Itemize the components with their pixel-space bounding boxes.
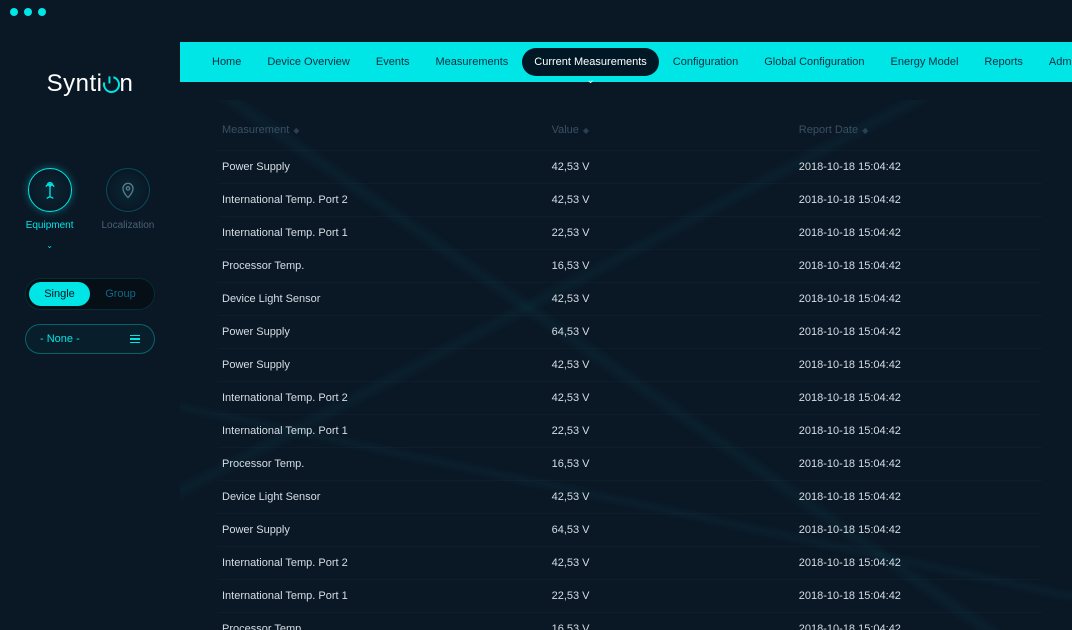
table-cell: Power Supply xyxy=(218,151,548,184)
table-row[interactable]: International Temp. Port 122,53 V2018-10… xyxy=(218,415,1042,448)
sidebar-tab-label: Equipment xyxy=(26,220,74,231)
table-cell: 2018-10-18 15:04:42 xyxy=(795,250,1042,283)
table-row[interactable]: Processor Temp.16,53 V2018-10-18 15:04:4… xyxy=(218,250,1042,283)
table-cell: Processor Temp. xyxy=(218,613,548,630)
table-cell: 16,53 V xyxy=(548,448,795,481)
col-header-date[interactable]: Report Date◆ xyxy=(795,118,1042,151)
table-cell: 22,53 V xyxy=(548,580,795,613)
table-cell: 2018-10-18 15:04:42 xyxy=(795,316,1042,349)
table-cell: Power Supply xyxy=(218,514,548,547)
table-cell: 2018-10-18 15:04:42 xyxy=(795,349,1042,382)
table-row[interactable]: International Temp. Port 242,53 V2018-10… xyxy=(218,547,1042,580)
table-row[interactable]: International Temp. Port 242,53 V2018-10… xyxy=(218,184,1042,217)
device-selector-value: - None - xyxy=(40,333,80,345)
table-cell: Device Light Sensor xyxy=(218,481,548,514)
chevron-down-icon: ⌄ xyxy=(46,241,53,250)
toggle-option-group[interactable]: Group xyxy=(90,282,151,306)
table-row[interactable]: Power Supply42,53 V2018-10-18 15:04:42 xyxy=(218,349,1042,382)
toggle-option-single[interactable]: Single xyxy=(29,282,90,306)
nav-item-configuration[interactable]: Configuration xyxy=(661,48,750,76)
table-cell: 22,53 V xyxy=(548,217,795,250)
table-cell: 2018-10-18 15:04:42 xyxy=(795,613,1042,630)
table-cell: International Temp. Port 2 xyxy=(218,547,548,580)
table-cell: International Temp. Port 2 xyxy=(218,184,548,217)
brand-logo: Syntin xyxy=(47,70,134,98)
table-cell: 42,53 V xyxy=(548,283,795,316)
nav-item-home[interactable]: Home xyxy=(200,48,253,76)
sidebar-tab-label: Localization xyxy=(102,220,155,231)
table-cell: 42,53 V xyxy=(548,349,795,382)
table-cell: 2018-10-18 15:04:42 xyxy=(795,580,1042,613)
table-cell: 2018-10-18 15:04:42 xyxy=(795,415,1042,448)
table-cell: 2018-10-18 15:04:42 xyxy=(795,481,1042,514)
power-icon xyxy=(99,73,122,96)
table-row[interactable]: Processor Temp.16,53 V2018-10-18 15:04:4… xyxy=(218,613,1042,630)
table-row[interactable]: International Temp. Port 122,53 V2018-10… xyxy=(218,217,1042,250)
measurements-table: Measurement◆ Value◆ Report Date◆ Power S… xyxy=(218,118,1042,630)
window-controls xyxy=(10,8,46,16)
table-cell: 42,53 V xyxy=(548,481,795,514)
nav-item-global-configuration[interactable]: Global Configuration xyxy=(752,48,876,76)
nav-item-energy-model[interactable]: Energy Model xyxy=(879,48,971,76)
top-nav: HomeDevice OverviewEventsMeasurementsCur… xyxy=(180,42,1072,82)
table-cell: 42,53 V xyxy=(548,382,795,415)
table-row[interactable]: Device Light Sensor42,53 V2018-10-18 15:… xyxy=(218,283,1042,316)
view-toggle: Single Group xyxy=(25,278,155,310)
sort-icon: ◆ xyxy=(862,126,868,135)
main-content: Measurement◆ Value◆ Report Date◆ Power S… xyxy=(180,100,1072,630)
table-cell: International Temp. Port 2 xyxy=(218,382,548,415)
table-cell: Processor Temp. xyxy=(218,250,548,283)
table-cell: 42,53 V xyxy=(548,151,795,184)
antenna-icon xyxy=(40,180,60,200)
sidebar: Syntin Equipment ⌄ Localization Sing xyxy=(0,50,180,374)
table-row[interactable]: Device Light Sensor42,53 V2018-10-18 15:… xyxy=(218,481,1042,514)
table-row[interactable]: Processor Temp.16,53 V2018-10-18 15:04:4… xyxy=(218,448,1042,481)
table-row[interactable]: International Temp. Port 122,53 V2018-10… xyxy=(218,580,1042,613)
location-pin-icon xyxy=(118,180,138,200)
table-row[interactable]: Power Supply42,53 V2018-10-18 15:04:42 xyxy=(218,151,1042,184)
table-cell: International Temp. Port 1 xyxy=(218,415,548,448)
sidebar-tab-equipment[interactable]: Equipment ⌄ xyxy=(26,168,74,250)
nav-item-device-overview[interactable]: Device Overview xyxy=(255,48,362,76)
table-cell: 2018-10-18 15:04:42 xyxy=(795,547,1042,580)
table-cell: International Temp. Port 1 xyxy=(218,217,548,250)
menu-icon xyxy=(130,335,140,344)
col-header-measurement[interactable]: Measurement◆ xyxy=(218,118,548,151)
table-cell: 2018-10-18 15:04:42 xyxy=(795,151,1042,184)
table-cell: 16,53 V xyxy=(548,250,795,283)
nav-item-measurements[interactable]: Measurements xyxy=(424,48,521,76)
nav-item-administration[interactable]: Administration xyxy=(1037,48,1072,76)
table-cell: 2018-10-18 15:04:42 xyxy=(795,184,1042,217)
table-cell: Processor Temp. xyxy=(218,448,548,481)
table-cell: Device Light Sensor xyxy=(218,283,548,316)
nav-item-current-measurements[interactable]: Current Measurements xyxy=(522,48,659,76)
table-cell: 2018-10-18 15:04:42 xyxy=(795,448,1042,481)
table-cell: 64,53 V xyxy=(548,316,795,349)
table-cell: 16,53 V xyxy=(548,613,795,630)
table-cell: 2018-10-18 15:04:42 xyxy=(795,382,1042,415)
table-cell: 42,53 V xyxy=(548,547,795,580)
table-cell: Power Supply xyxy=(218,316,548,349)
table-row[interactable]: Power Supply64,53 V2018-10-18 15:04:42 xyxy=(218,316,1042,349)
sidebar-tabs: Equipment ⌄ Localization xyxy=(26,168,155,250)
col-header-value[interactable]: Value◆ xyxy=(548,118,795,151)
nav-item-reports[interactable]: Reports xyxy=(972,48,1035,76)
table-cell: International Temp. Port 1 xyxy=(218,580,548,613)
sort-icon: ◆ xyxy=(293,126,299,135)
table-row[interactable]: Power Supply64,53 V2018-10-18 15:04:42 xyxy=(218,514,1042,547)
table-cell: 2018-10-18 15:04:42 xyxy=(795,217,1042,250)
nav-item-events[interactable]: Events xyxy=(364,48,422,76)
table-row[interactable]: International Temp. Port 242,53 V2018-10… xyxy=(218,382,1042,415)
table-cell: 42,53 V xyxy=(548,184,795,217)
table-cell: 2018-10-18 15:04:42 xyxy=(795,514,1042,547)
table-cell: 2018-10-18 15:04:42 xyxy=(795,283,1042,316)
table-cell: 22,53 V xyxy=(548,415,795,448)
device-selector[interactable]: - None - xyxy=(25,324,155,354)
table-cell: 64,53 V xyxy=(548,514,795,547)
table-cell: Power Supply xyxy=(218,349,548,382)
sort-icon: ◆ xyxy=(583,126,589,135)
sidebar-tab-localization[interactable]: Localization xyxy=(102,168,155,250)
